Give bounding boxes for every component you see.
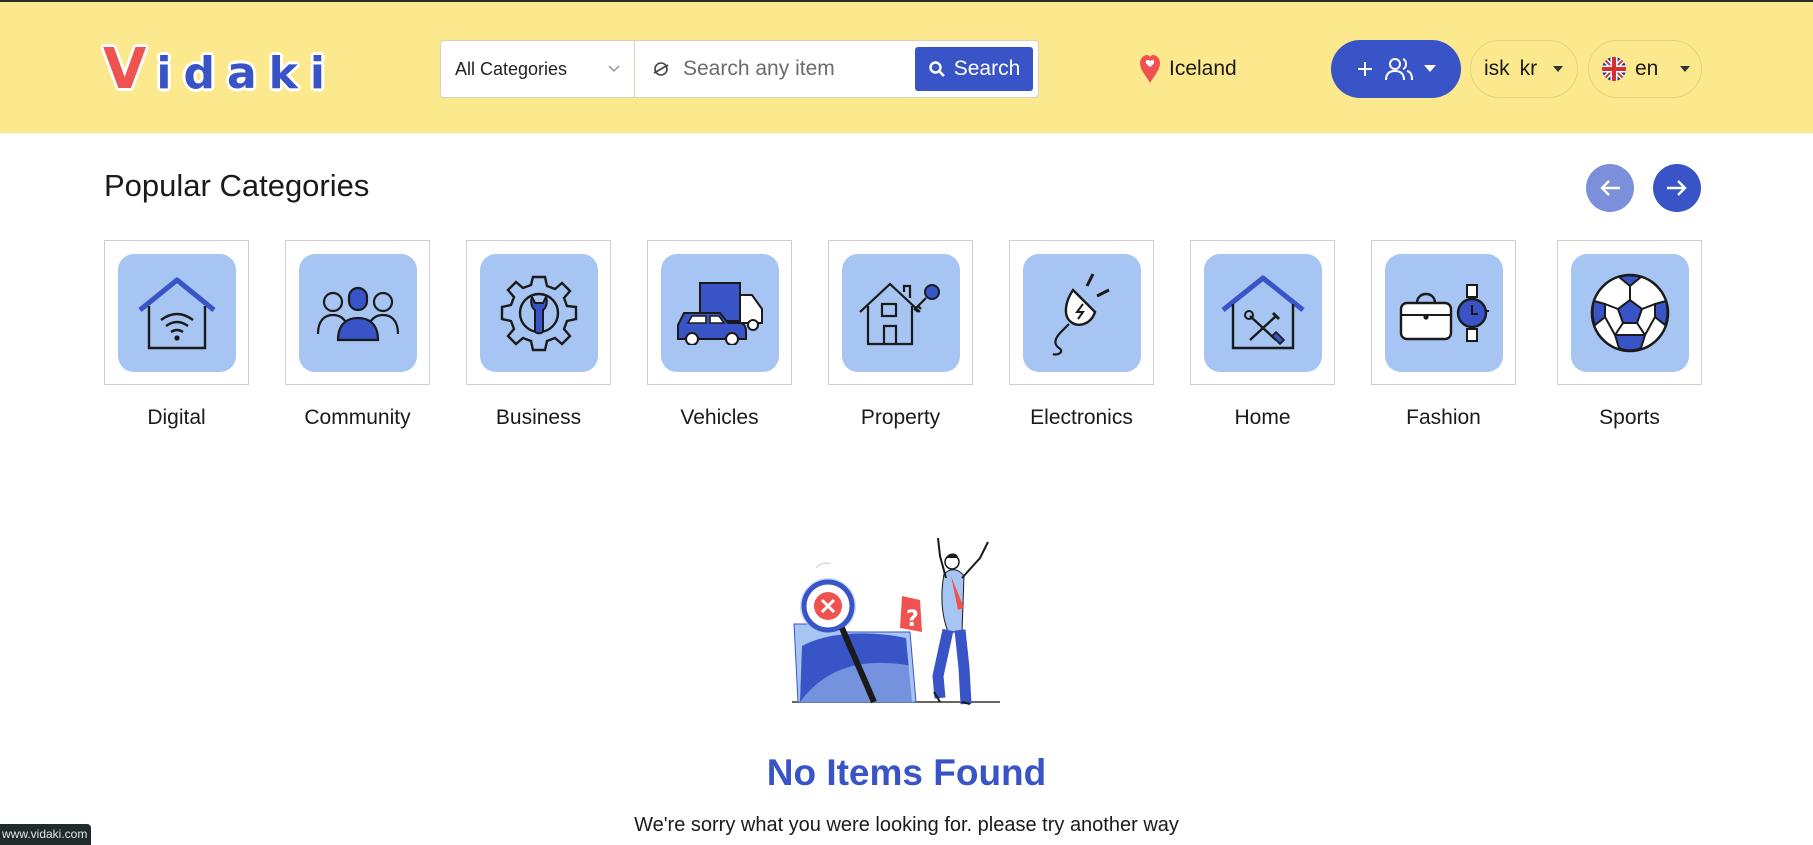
house-tools-icon (1220, 275, 1305, 349)
category-icon-frame (828, 240, 973, 385)
search-bar: All Categories Search (440, 40, 1039, 98)
category-label: Home (1234, 406, 1291, 429)
category-card-electronics[interactable]: Electronics (1009, 240, 1154, 430)
category-icon-frame (1190, 240, 1335, 385)
category-tile (117, 253, 236, 372)
search-button-label: Search (953, 57, 1021, 80)
category-carousel: Digital Community Business Vehicles Prop… (104, 240, 1702, 440)
carousel-next-button[interactable] (1653, 164, 1701, 212)
uk-flag-icon (1602, 57, 1626, 81)
vidaki-logo[interactable]: V i d a k i (103, 37, 335, 99)
category-label: Business (495, 406, 582, 429)
logo-letter: a (226, 48, 257, 99)
search-input[interactable] (683, 57, 913, 81)
caret-down-icon (1553, 66, 1564, 72)
logo-letter: i (156, 48, 172, 99)
logo-letter: V (103, 37, 147, 102)
carousel-prev-button[interactable] (1586, 164, 1634, 212)
category-card-fashion[interactable]: Fashion (1371, 240, 1516, 430)
category-select[interactable]: All Categories (441, 41, 635, 97)
category-card-digital[interactable]: Digital (104, 240, 249, 430)
category-icon-frame (466, 240, 611, 385)
plus-icon (1358, 62, 1372, 76)
category-card-home[interactable]: Home (1190, 240, 1335, 430)
empty-state-title: No Items Found (766, 752, 1047, 793)
arrow-right-icon (1667, 180, 1687, 196)
category-tile (298, 253, 417, 372)
category-tile (1384, 253, 1503, 372)
category-icon-frame (1557, 240, 1702, 385)
category-tile (1203, 253, 1322, 372)
category-tile (1022, 253, 1141, 372)
currency-selector[interactable]: isk kr (1470, 40, 1578, 98)
category-label: Sports (1599, 406, 1660, 429)
heart-pin-icon (1140, 55, 1160, 83)
status-bar-url: www.vidaki.com (0, 824, 91, 845)
category-card-property[interactable]: Property (828, 240, 973, 430)
bag-watch-icon (1399, 283, 1489, 342)
category-label: Property (860, 406, 941, 429)
category-tile (660, 253, 779, 372)
svg-text:?: ? (906, 607, 919, 632)
logo-letter: k (268, 48, 298, 99)
magnifier-icon (929, 61, 945, 77)
users-icon (1385, 58, 1413, 81)
category-tile (479, 253, 598, 372)
category-icon-frame (1371, 240, 1516, 385)
category-icon-frame (285, 240, 430, 385)
logo-letter: i (309, 48, 325, 99)
caret-down-icon (1424, 65, 1436, 72)
house-key-icon (858, 281, 940, 345)
arrow-left-icon (1600, 180, 1620, 196)
category-icon-frame (104, 240, 249, 385)
category-label: Digital (147, 406, 206, 429)
search-button[interactable]: Search (915, 47, 1033, 91)
category-label: Electronics (1030, 406, 1133, 429)
language-code: en (1635, 57, 1659, 80)
category-card-business[interactable]: Business (466, 240, 611, 430)
category-tile (1570, 253, 1689, 372)
currency-code: isk (1484, 57, 1510, 80)
caret-down-icon (1680, 66, 1691, 72)
category-icon-frame (647, 240, 792, 385)
gear-wrench-icon (500, 275, 577, 351)
logo-letter: d (183, 48, 215, 99)
category-select-value: All Categories (455, 58, 568, 79)
currency-symbol: kr (1519, 57, 1538, 80)
empty-state-message: We're sorry what you were looking for. p… (634, 814, 1179, 836)
post-account-button[interactable] (1331, 40, 1461, 98)
section-title: Popular Categories (104, 168, 370, 203)
language-selector[interactable]: en (1588, 40, 1702, 98)
category-card-vehicles[interactable]: Vehicles (647, 240, 792, 430)
ai-search-icon (653, 62, 669, 76)
category-label: Vehicles (680, 406, 759, 429)
people-group-icon (316, 286, 399, 341)
site-header: V i d a k i All Categories Search Icelan… (0, 2, 1813, 133)
category-icon-frame (1009, 240, 1154, 385)
category-label: Community (304, 406, 411, 429)
category-card-sports[interactable]: Sports (1557, 240, 1702, 430)
car-truck-icon (676, 281, 763, 345)
location-selector[interactable]: Iceland (1139, 54, 1237, 84)
category-label: Fashion (1406, 406, 1481, 429)
category-card-community[interactable]: Community (285, 240, 430, 430)
location-label: Iceland (1169, 57, 1237, 80)
no-results-illustration: ? (792, 537, 1000, 705)
plug-icon (1052, 272, 1110, 356)
category-tile (841, 253, 960, 372)
soccer-ball-icon (1590, 273, 1669, 352)
wifi-house-icon (137, 277, 216, 349)
chevron-down-icon (608, 65, 620, 72)
